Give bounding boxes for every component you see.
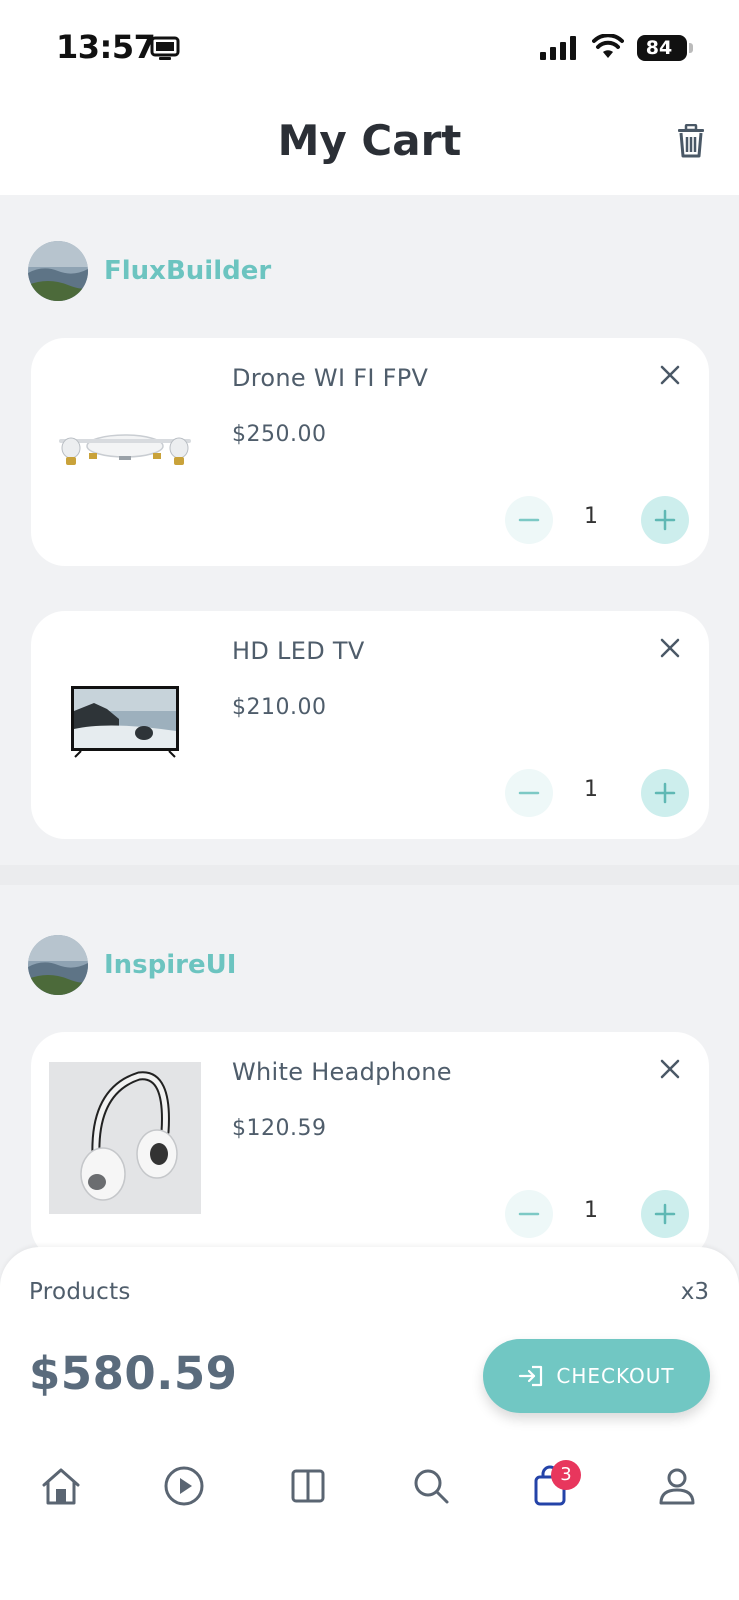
checkout-label: CHECKOUT [556,1364,675,1388]
decrease-quantity-button[interactable] [505,769,553,817]
product-price: $120.59 [232,1116,327,1141]
increase-quantity-button[interactable] [641,496,689,544]
products-count: x3 [680,1279,709,1305]
status-bar: 13:57 84 [0,0,739,100]
trash-icon[interactable] [677,124,705,158]
close-icon[interactable] [655,360,685,390]
plus-icon [654,1203,676,1225]
product-price: $210.00 [232,695,327,720]
home-icon[interactable] [40,1465,82,1507]
section-divider [0,865,739,885]
battery-indicator: 84 [637,35,693,61]
cart-item-card: HD LED TV $210.00 1 [31,611,709,839]
wifi-icon [592,34,624,58]
cart-summary-panel: Products x3 $580.59 CHECKOUT [0,1247,739,1600]
cart-item-card: White Headphone $120.59 1 [31,1032,709,1260]
product-name[interactable]: HD LED TV [232,637,365,665]
close-icon[interactable] [655,1054,685,1084]
quantity-value: 1 [584,1198,598,1223]
quantity-value: 1 [584,777,598,802]
plus-icon [654,509,676,531]
quantity-value: 1 [584,504,598,529]
minus-icon [518,518,540,522]
tv-image [49,641,201,793]
increase-quantity-button[interactable] [641,1190,689,1238]
screen-mirroring-icon [150,36,180,60]
page-title: My Cart [277,116,462,165]
store-avatar [28,935,88,995]
total-price: $580.59 [29,1347,238,1400]
cart-badge: 3 [551,1460,581,1490]
status-time: 13:57 [56,28,156,66]
cart-header: My Cart [0,100,739,195]
store-name: InspireUI [104,950,237,980]
store-name: FluxBuilder [104,256,272,286]
decrease-quantity-button[interactable] [505,496,553,544]
product-name[interactable]: Drone WI FI FPV [232,364,428,392]
close-icon[interactable] [655,633,685,663]
store-header-fluxbuilder[interactable]: FluxBuilder [28,241,271,301]
play-icon[interactable] [163,1465,205,1507]
decrease-quantity-button[interactable] [505,1190,553,1238]
products-label: Products [29,1279,131,1305]
login-icon [519,1365,543,1387]
headphone-image [49,1062,201,1214]
search-icon[interactable] [410,1465,452,1507]
minus-icon [518,791,540,795]
drone-image [49,368,201,520]
user-icon[interactable] [656,1465,698,1507]
plus-icon [654,782,676,804]
checkout-button[interactable]: CHECKOUT [483,1339,710,1413]
signal-icon [540,36,576,60]
increase-quantity-button[interactable] [641,769,689,817]
store-avatar [28,241,88,301]
panels-icon[interactable] [287,1465,329,1507]
cart-item-card: Drone WI FI FPV $250.00 1 [31,338,709,566]
store-header-inspireui[interactable]: InspireUI [28,935,236,995]
minus-icon [518,1212,540,1216]
product-price: $250.00 [232,422,327,447]
product-name[interactable]: White Headphone [232,1058,452,1086]
